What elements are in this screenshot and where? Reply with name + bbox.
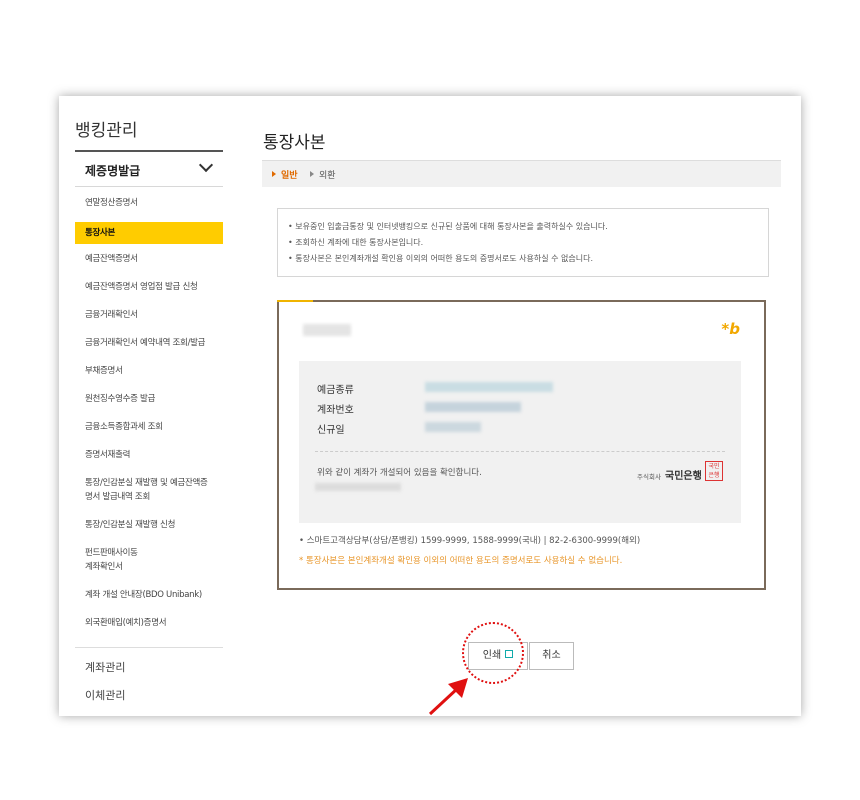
sidebar-item-reprint[interactable]: 증명서재출력	[75, 448, 223, 462]
cancel-button[interactable]: 취소	[529, 642, 574, 670]
notice-text: 보유중인 입출금통장 및 인터넷뱅킹으로 신규된 상품에 대해 통장사본을 출력…	[295, 222, 608, 231]
label-deposit-type: 예금종류	[317, 385, 354, 396]
sidebar-item-transaction-cert[interactable]: 금융거래확인서	[75, 308, 223, 322]
sidebar-item-transaction-reservation[interactable]: 금융거래확인서 예약내역 조회/발급	[75, 336, 223, 350]
notice-line: • 통장사본은 본인계좌개설 확인용 이외의 어떠한 용도의 증명서로도 사용하…	[288, 254, 594, 263]
notice-line: • 보유중인 입출금통장 및 인터넷뱅킹으로 신규된 상품에 대해 통장사본을 …	[288, 222, 608, 231]
account-number-blurred	[425, 402, 521, 412]
sidebar-item-label: 연말정산증명서	[85, 198, 138, 208]
highlight-circle	[462, 622, 524, 684]
sidebar-item-label: 금융거래확인서	[85, 310, 138, 320]
open-date-blurred	[425, 422, 481, 432]
kb-logo-icon: *b	[721, 320, 740, 338]
sidebar-section-header[interactable]: 제증명발급	[75, 150, 223, 187]
sidebar-item-label: 예금잔액증명서 영업점 발급 신청	[85, 282, 198, 292]
sidebar-item-label: 부채증명서	[85, 366, 123, 376]
notice-line: • 조회하신 계좌에 대한 통장사본입니다.	[288, 238, 424, 247]
label-open-date: 신규일	[317, 425, 345, 436]
deposit-type-blurred	[425, 382, 553, 392]
sidebar-item-label: 통장/인감분실 재발행 및 예금잔액증	[85, 478, 208, 488]
cancel-label: 취소	[542, 650, 561, 661]
sidebar-item-debt-cert[interactable]: 부채증명서	[75, 364, 223, 378]
sidebar-item-label: 예금잔액증명서	[85, 254, 138, 264]
sidebar-item-label-line2: 명서 발급내역 조회	[85, 492, 150, 502]
sidebar-item-reissue-request[interactable]: 통장/인감분실 재발행 신청	[75, 518, 223, 532]
sidebar-item-label-line2: 계좌확인서	[85, 562, 123, 572]
triangle-right-icon	[272, 171, 276, 177]
notice-text: 조회하신 계좌에 대한 통장사본입니다.	[295, 238, 424, 247]
sidebar-item-balance-cert-branch[interactable]: 예금잔액증명서 영업점 발급 신청	[75, 280, 223, 294]
sidebar-transfer-management[interactable]: 이체관리	[85, 687, 125, 703]
dashed-divider	[315, 451, 725, 452]
contact-info: • 스마트고객상담부(상담/폰뱅킹) 1599-9999, 1588-9999(…	[299, 536, 641, 546]
tab-bar: 일반 외환	[262, 160, 781, 187]
page-title: 통장사본	[263, 133, 326, 153]
certificate-details: 예금종류 계좌번호 신규일 위와 같이 계좌가 개설되어 있음을 확인합니다. …	[299, 361, 741, 523]
sidebar-item-fx-cert[interactable]: 외국환매입(예치)증명서	[75, 616, 223, 630]
tab-general[interactable]: 일반	[272, 168, 298, 181]
sidebar-item-year-end-tax[interactable]: 연말정산증명서	[75, 196, 223, 210]
sidebar-item-label: 금융거래확인서 예약내역 조회/발급	[85, 338, 206, 348]
sidebar-item-balance-cert[interactable]: 예금잔액증명서	[75, 252, 223, 266]
bank-name: 국민은행	[665, 471, 702, 482]
label-account-number: 계좌번호	[317, 405, 354, 416]
bank-seal-icon: 국민은행	[705, 461, 723, 481]
notice-text: 통장사본은 본인계좌개설 확인용 이외의 어떠한 용도의 증명서로도 사용하실 …	[295, 254, 594, 263]
sidebar-item-label: 통장/인감분실 재발행 신청	[85, 520, 176, 530]
sidebar-item-label: 외국환매입(예치)증명서	[85, 618, 167, 628]
issue-date-blurred	[315, 483, 401, 491]
triangle-right-icon	[310, 171, 314, 177]
sidebar-item-reissue-history[interactable]: 통장/인감분실 재발행 및 예금잔액증 명서 발급내역 조회	[75, 476, 223, 504]
sidebar-item-label: 원천징수영수증 발급	[85, 394, 156, 404]
sidebar-divider	[75, 647, 223, 648]
contact-text: 스마트고객상담부(상담/폰뱅킹) 1599-9999, 1588-9999(국내…	[306, 536, 641, 546]
sidebar-title: 뱅킹관리	[75, 121, 138, 141]
sidebar-section-label: 제증명발급	[85, 164, 141, 178]
certificate-accent	[277, 300, 313, 302]
sidebar-account-management[interactable]: 계좌관리	[85, 659, 125, 675]
tab-label: 일반	[281, 171, 298, 181]
sidebar-item-label: 통장사본	[85, 228, 116, 238]
sidebar-item-label: 펀드판매사이동	[85, 548, 138, 558]
sidebar-item-account-guide[interactable]: 계좌 개설 안내장(BDO Unibank)	[75, 588, 223, 602]
sidebar-item-bankbook-copy[interactable]: 통장사본	[75, 222, 223, 244]
bankbook-certificate: *b 예금종류 계좌번호 신규일 위와 같이 계좌가 개설되어 있음을 확인합니…	[277, 300, 766, 590]
tab-foreign-exchange[interactable]: 외환	[310, 168, 336, 181]
tab-label: 외환	[319, 171, 336, 181]
app-window: 뱅킹관리 제증명발급 연말정산증명서 통장사본 예금잔액증명서 예금잔액증명서 …	[59, 96, 801, 716]
confirmation-text: 위와 같이 계좌가 개설되어 있음을 확인합니다.	[317, 468, 482, 478]
sidebar-item-label: 금융소득종합과세 조회	[85, 422, 163, 432]
sidebar-item-financial-income-tax[interactable]: 금융소득종합과세 조회	[75, 420, 223, 434]
sidebar-item-withholding-receipt[interactable]: 원천징수영수증 발급	[75, 392, 223, 406]
warning-text: * 통장사본은 본인계좌개설 확인용 이외의 어떠한 용도의 증명서로도 사용하…	[299, 556, 623, 566]
account-holder-name-blurred	[303, 324, 351, 336]
sidebar-item-label: 증명서재출력	[85, 450, 131, 460]
notice-box: • 보유중인 입출금통장 및 인터넷뱅킹으로 신규된 상품에 대해 통장사본을 …	[277, 208, 769, 277]
sidebar-item-fund-transfer[interactable]: 펀드판매사이동 계좌확인서	[75, 546, 223, 574]
chevron-down-icon	[198, 157, 214, 173]
bank-prefix: 주식회사	[637, 473, 661, 481]
sidebar-item-label: 계좌 개설 안내장(BDO Unibank)	[85, 590, 202, 600]
